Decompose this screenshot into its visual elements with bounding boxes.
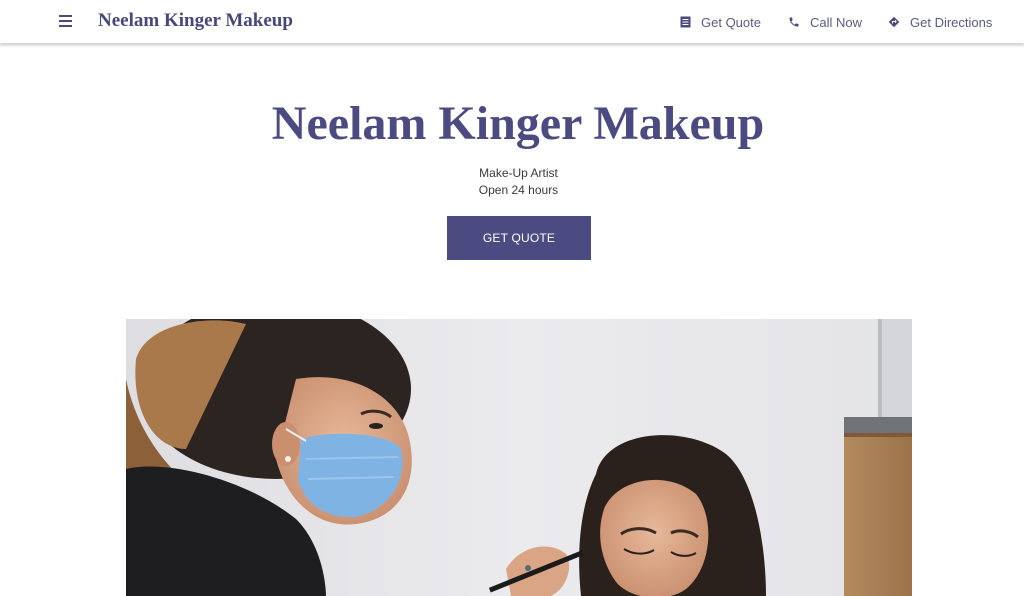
site-brand-link[interactable]: Neelam Kinger Makeup [98, 10, 293, 32]
get-quote-link[interactable]: Get Quote [678, 13, 761, 31]
directions-icon [887, 15, 901, 29]
call-now-label: Call Now [810, 14, 863, 30]
get-quote-label: Get Quote [701, 14, 761, 30]
get-quote-button[interactable]: GET QUOTE [447, 216, 591, 260]
hero-photo-makeup-artist [126, 319, 912, 596]
call-now-link[interactable]: Call Now [787, 13, 862, 31]
get-directions-label: Get Directions [910, 14, 993, 30]
top-navigation-bar: Neelam Kinger Makeup Get Quote Call Now [0, 0, 1024, 44]
hero-title: Neelam Kinger Makeup [271, 97, 765, 150]
phone-icon [787, 15, 801, 29]
get-directions-link[interactable]: Get Directions [887, 13, 992, 31]
business-category: Make-Up Artist [479, 166, 558, 180]
opening-hours: Open 24 hours [478, 183, 559, 197]
hamburger-menu-icon[interactable] [56, 12, 76, 32]
quote-form-icon [678, 15, 692, 29]
